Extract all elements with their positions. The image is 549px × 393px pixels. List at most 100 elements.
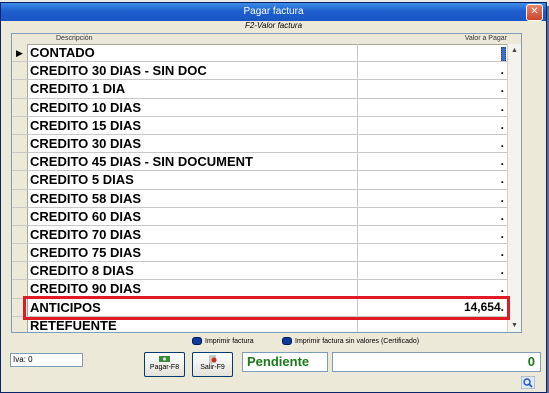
row-indicator — [12, 80, 28, 98]
exit-icon — [209, 355, 217, 363]
column-header-description: Descripción — [56, 35, 93, 42]
print-without-values-option[interactable]: Imprimir factura sin valores (Certificad… — [282, 337, 419, 345]
table-row[interactable]: ANTICIPOS 14,654. — [12, 298, 508, 317]
vertical-scrollbar[interactable]: ▲ ▼ — [507, 44, 521, 332]
payment-grid[interactable]: Descripción Valor a Pagar ▶ CONTADO CREDIT… — [11, 33, 522, 333]
table-row[interactable]: CREDITO 30 DIAS. — [12, 134, 508, 154]
table-row[interactable]: RETEFUENTE — [12, 316, 508, 333]
row-indicator — [12, 134, 28, 153]
row-indicator — [12, 225, 28, 244]
column-divider — [357, 244, 358, 262]
row-indicator — [12, 62, 28, 80]
title-bar: Pagar factura ✕ — [1, 3, 546, 21]
row-description: CREDITO 58 DIAS — [30, 190, 142, 206]
row-description: CREDITO 30 DIAS — [30, 135, 142, 151]
row-value[interactable]: . — [501, 190, 504, 207]
value-input-cell[interactable] — [501, 47, 506, 61]
table-row[interactable]: CREDITO 45 DIAS - SIN DOCUMENT. — [12, 153, 508, 172]
column-divider — [357, 298, 358, 316]
column-divider — [357, 80, 358, 98]
row-description: CREDITO 90 DIAS — [30, 281, 142, 297]
row-description: CREDITO 8 DIAS — [30, 263, 134, 279]
row-indicator — [12, 316, 28, 332]
row-description: CONTADO — [30, 45, 95, 60]
row-indicator — [12, 116, 28, 134]
close-icon: ✕ — [530, 6, 539, 17]
table-row[interactable]: CREDITO 58 DIAS. — [12, 189, 508, 208]
table-row[interactable]: CREDITO 30 DIAS - SIN DOC. — [12, 62, 508, 81]
row-description: ANTICIPOS — [30, 299, 101, 315]
column-divider — [357, 280, 358, 298]
radio-icon — [192, 337, 202, 345]
column-divider — [357, 171, 358, 189]
table-row[interactable]: CREDITO 8 DIAS. — [12, 262, 508, 281]
row-value[interactable]: . — [501, 280, 504, 297]
exit-button-label: Salir-F9 — [200, 364, 225, 371]
column-divider — [357, 262, 358, 280]
radio-icon — [282, 337, 292, 345]
print-invoice-option[interactable]: Imprimir factura — [192, 337, 254, 345]
close-button[interactable]: ✕ — [526, 4, 543, 21]
row-indicator — [12, 244, 28, 262]
row-value[interactable]: . — [501, 99, 504, 116]
table-row[interactable]: CREDITO 60 DIAS. — [12, 207, 508, 226]
column-divider — [357, 316, 358, 332]
column-divider — [357, 207, 358, 225]
row-description: CREDITO 30 DIAS - SIN DOC — [30, 63, 207, 79]
status-field: Pendiente — [242, 352, 328, 372]
row-value[interactable]: 14,654. — [464, 299, 504, 316]
table-row[interactable]: CREDITO 15 DIAS. — [12, 116, 508, 135]
table-row[interactable]: CREDITO 5 DIAS. — [12, 171, 508, 190]
row-value[interactable]: . — [501, 208, 504, 225]
grid-rows: ▶ CONTADO CREDITO 30 DIAS - SIN DOC. CREDIT… — [12, 44, 508, 333]
row-value[interactable]: . — [501, 62, 504, 79]
row-description: CREDITO 5 DIAS — [30, 172, 134, 188]
row-description: CREDITO 60 DIAS — [30, 208, 142, 224]
pagar-factura-dialog: Pagar factura ✕ F2-Valor factura Descrip… — [0, 2, 547, 393]
print-without-values-label: Imprimir factura sin valores (Certificad… — [295, 337, 420, 345]
row-indicator — [12, 98, 28, 116]
column-divider — [357, 62, 358, 80]
row-value[interactable]: . — [501, 153, 504, 170]
column-divider — [357, 44, 358, 62]
money-icon — [159, 356, 170, 362]
row-indicator — [12, 262, 28, 280]
row-value[interactable]: . — [501, 226, 504, 243]
column-divider — [357, 134, 358, 153]
row-description: CREDITO 15 DIAS — [30, 117, 142, 133]
row-value[interactable]: . — [501, 244, 504, 261]
row-value[interactable]: . — [501, 80, 504, 97]
table-row[interactable]: CREDITO 70 DIAS. — [12, 225, 508, 245]
table-row[interactable]: CREDITO 90 DIAS. — [12, 280, 508, 299]
row-value[interactable]: . — [501, 171, 504, 188]
row-value[interactable]: . — [501, 117, 504, 134]
print-invoice-label: Imprimir factura — [205, 337, 254, 345]
row-description: CREDITO 10 DIAS — [30, 99, 142, 115]
pay-button[interactable]: Pagar-F8 — [144, 352, 185, 377]
column-divider — [357, 189, 358, 207]
row-indicator — [12, 189, 28, 207]
row-indicator — [12, 207, 28, 225]
row-indicator — [12, 153, 28, 171]
column-divider — [357, 153, 358, 171]
scroll-up-icon[interactable]: ▲ — [509, 45, 520, 56]
row-value[interactable]: . — [501, 135, 504, 152]
table-row[interactable]: CREDITO 75 DIAS. — [12, 244, 508, 263]
exit-button[interactable]: Salir-F9 — [192, 352, 233, 377]
column-divider — [357, 225, 358, 244]
row-indicator — [12, 171, 28, 189]
pay-button-label: Pagar-F8 — [149, 364, 180, 371]
row-description: RETEFUENTE — [30, 317, 117, 333]
iva-field[interactable]: Iva: 0 — [10, 353, 83, 367]
table-row[interactable]: CREDITO 1 DIA. — [12, 80, 508, 99]
table-row[interactable]: ▶ CONTADO — [12, 44, 508, 63]
search-icon[interactable] — [521, 376, 535, 389]
row-value[interactable]: . — [501, 262, 504, 279]
row-description: CREDITO 70 DIAS — [30, 226, 142, 242]
column-header-value: Valor a Pagar — [464, 35, 507, 42]
window-title: Pagar factura — [243, 6, 304, 17]
scroll-down-icon[interactable]: ▼ — [509, 320, 520, 331]
table-row[interactable]: CREDITO 10 DIAS. — [12, 98, 508, 117]
shortcut-hint: F2-Valor factura — [244, 21, 303, 30]
row-indicator — [12, 298, 28, 316]
